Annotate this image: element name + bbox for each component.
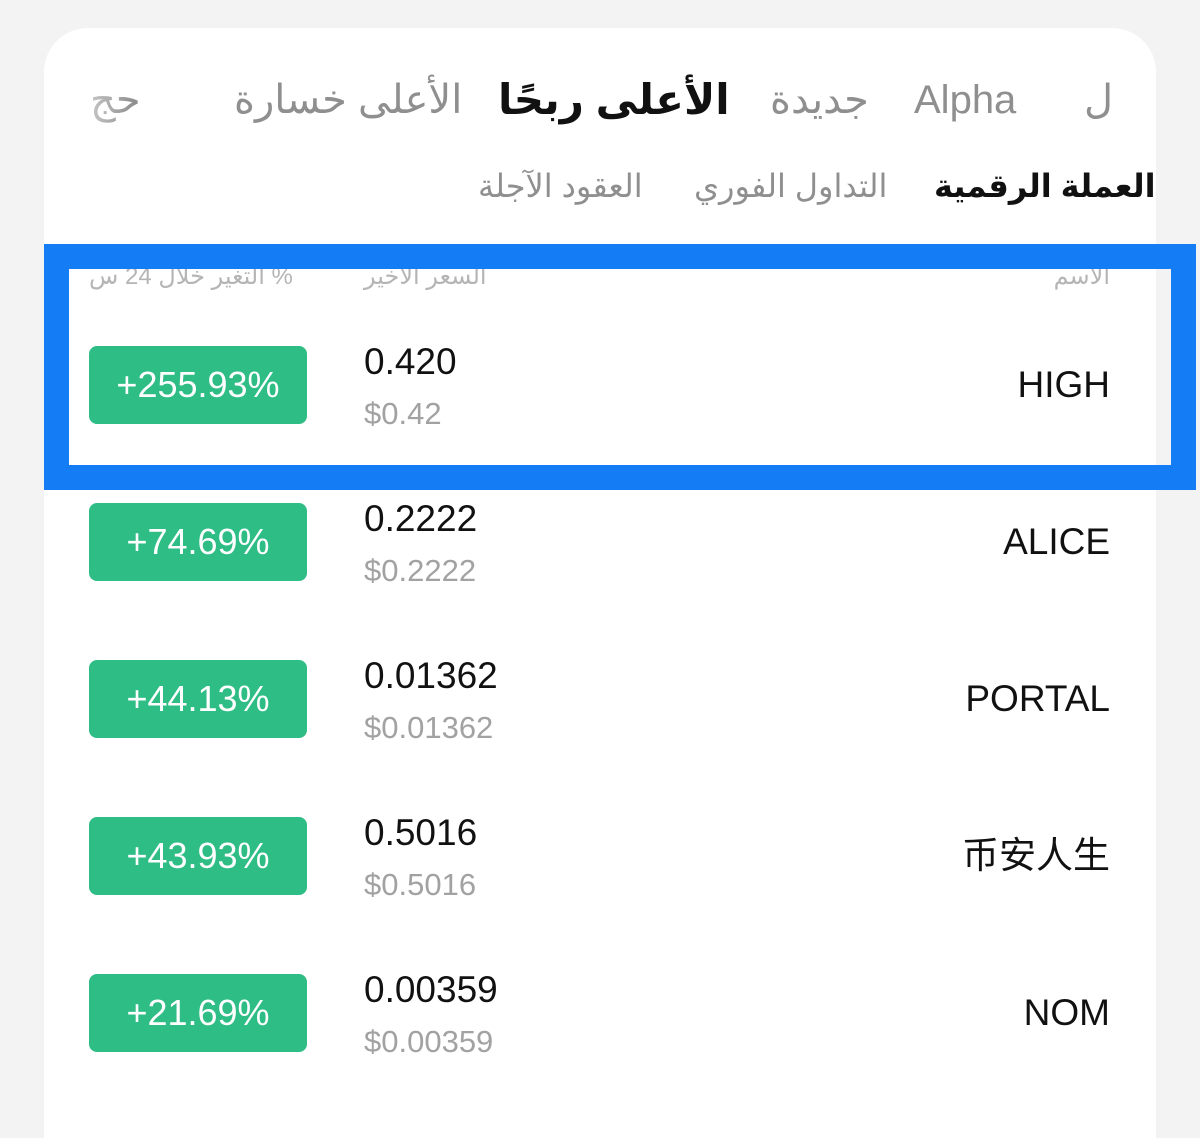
market-list-card: حج الأعلى خسارة الأعلى ربحًا جديدة Alpha… (44, 28, 1156, 1138)
column-header-name[interactable]: الاسم (1054, 264, 1110, 290)
change-badge: +21.69% (89, 974, 307, 1052)
ranking-tabs: حج الأعلى خسارة الأعلى ربحًا جديدة Alpha… (44, 28, 1156, 168)
table-row-alice[interactable]: +74.69% 0.2222 $0.2222 ALICE (44, 475, 1156, 615)
last-price: 0.420 (364, 341, 457, 382)
pair-name: PORTAL (965, 678, 1110, 719)
column-header-change[interactable]: التغير خلال 24 س % (89, 264, 293, 290)
last-price: 0.2222 (364, 498, 478, 539)
subtab-crypto[interactable]: العملة الرقمية (934, 164, 1156, 208)
pair-name: 币安人生 (962, 835, 1110, 876)
last-price-usd: $0.42 (364, 396, 442, 431)
subtab-futures[interactable]: العقود الآجلة (478, 164, 643, 208)
last-price-usd: $0.5016 (364, 867, 477, 902)
tab-new[interactable]: جديدة (770, 72, 869, 128)
tab-top-gainers[interactable]: الأعلى ربحًا (498, 72, 730, 128)
table-row-portal[interactable]: +44.13% 0.01362 $0.01362 PORTAL (44, 632, 1156, 772)
pair-name: ALICE (1003, 521, 1110, 562)
table-row-nom[interactable]: +21.69% 0.00359 $0.00359 NOM (44, 946, 1156, 1086)
last-price-usd: $0.00359 (364, 1024, 494, 1059)
change-badge: +255.93% (89, 346, 307, 424)
tab-alpha[interactable]: Alpha (914, 72, 1016, 128)
tab-top-losers[interactable]: الأعلى خسارة (234, 72, 462, 128)
table-row-binance-life[interactable]: +43.93% 0.5016 $0.5016 币安人生 (44, 789, 1156, 929)
last-price-usd: $0.01362 (364, 710, 494, 745)
pair-name: NOM (1023, 992, 1110, 1033)
last-price: 0.01362 (364, 655, 498, 696)
subtab-spot[interactable]: التداول الفوري (694, 164, 887, 208)
column-header-last-price[interactable]: السعر الأخير (364, 264, 487, 290)
change-badge: +74.69% (89, 503, 307, 581)
tab-more[interactable]: ل (1084, 72, 1114, 128)
change-badge: +43.93% (89, 817, 307, 895)
table-row-high[interactable]: +255.93% 0.420 $0.42 HIGH (44, 318, 1156, 458)
last-price: 0.5016 (364, 812, 478, 853)
last-price-usd: $0.2222 (364, 553, 477, 588)
pair-name: HIGH (1017, 364, 1111, 405)
change-badge: +44.13% (89, 660, 307, 738)
last-price: 0.00359 (364, 969, 498, 1010)
tab-volume[interactable]: حج (90, 72, 141, 128)
